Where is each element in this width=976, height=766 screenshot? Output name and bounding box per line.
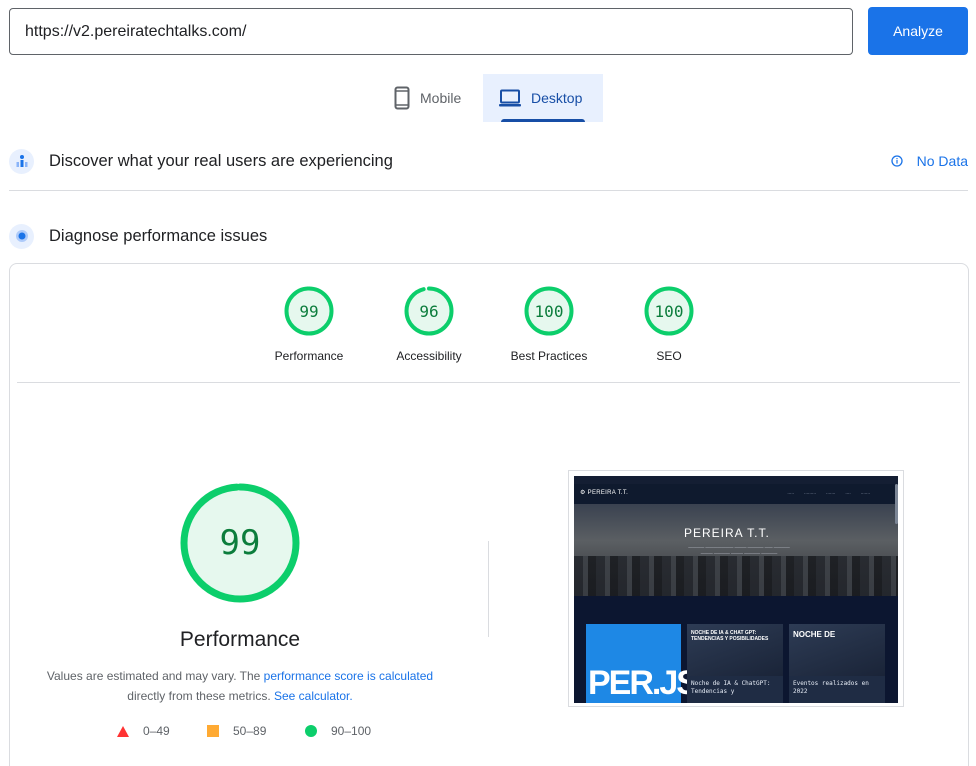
gauge-performance[interactable]: 99 Performance	[254, 286, 364, 363]
laptop-icon	[499, 89, 521, 107]
vertical-separator	[488, 541, 489, 637]
see-calculator-link[interactable]: See calculator.	[274, 689, 353, 703]
performance-title: Performance	[179, 628, 301, 651]
tab-desktop[interactable]: Desktop	[483, 74, 603, 122]
gauge-seo-label: SEO	[656, 349, 682, 363]
performance-big-score: 99	[219, 523, 261, 563]
url-input[interactable]	[9, 8, 853, 55]
square-icon	[207, 725, 219, 737]
card-divider	[17, 382, 960, 383]
legend-pass: 90–100	[305, 724, 371, 738]
tab-mobile-label: Mobile	[420, 90, 462, 106]
gauge-accessibility[interactable]: 96 Accessibility	[374, 286, 484, 363]
field-data-title: Discover what your real users are experi…	[49, 151, 393, 170]
gauge-seo[interactable]: 100 SEO	[614, 286, 724, 363]
info-icon	[890, 155, 903, 167]
gauge-best-practices[interactable]: 100 Best Practices	[494, 286, 604, 363]
section-divider	[9, 190, 968, 191]
performance-description: Values are estimated and may vary. The p…	[46, 669, 434, 703]
lab-icon	[9, 223, 34, 249]
analyze-button[interactable]: Analyze	[868, 7, 968, 55]
triangle-icon	[117, 725, 129, 737]
performance-big-gauge: 99	[180, 483, 300, 603]
lab-data-title: Diagnose performance issues	[49, 226, 268, 245]
circle-icon	[305, 725, 317, 737]
tab-desktop-label: Desktop	[531, 90, 583, 106]
page-screenshot-thumbnail[interactable]: ⚙ PEREIRA T.T. ····· ········· ······· ····…	[568, 470, 904, 707]
users-icon	[9, 148, 34, 174]
no-data-label: No Data	[916, 153, 968, 169]
phone-icon	[394, 86, 410, 110]
page-screenshot-image: ⚙ PEREIRA T.T. ····· ········· ······· ····…	[574, 476, 898, 703]
legend-average: 50–89	[207, 724, 266, 738]
no-data-link[interactable]: No Data	[890, 153, 968, 169]
gauge-best-practices-value: 100	[534, 301, 564, 321]
legend-fail: 0–49	[117, 724, 170, 738]
tab-mobile[interactable]: Mobile	[378, 74, 483, 122]
gauge-performance-value: 99	[299, 301, 319, 321]
gauge-performance-label: Performance	[274, 349, 344, 363]
field-data-section: Discover what your real users are experi…	[9, 146, 968, 176]
performance-score-link[interactable]: performance score is calculated	[264, 669, 433, 683]
gauge-accessibility-value: 96	[419, 301, 439, 321]
gauge-accessibility-label: Accessibility	[396, 349, 462, 363]
gauge-seo-value: 100	[654, 301, 684, 321]
gauge-best-practices-label: Best Practices	[510, 349, 588, 363]
lab-data-section: Diagnose performance issues	[9, 221, 968, 251]
